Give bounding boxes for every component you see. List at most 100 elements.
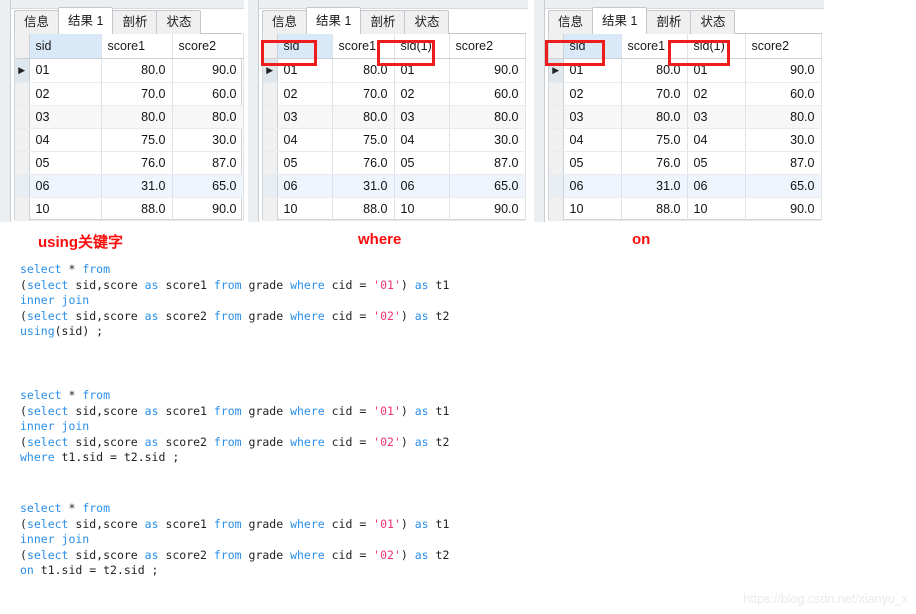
cell-sid[interactable]: 10 xyxy=(563,197,622,221)
cell-score2[interactable]: 30.0 xyxy=(172,128,244,152)
cell-sid[interactable]: 02 xyxy=(29,82,102,106)
cell-sid[interactable]: 04 xyxy=(29,128,102,152)
table-row[interactable]: 06 31.0 65.0 xyxy=(15,174,244,198)
cell-sid[interactable]: 01 xyxy=(277,58,333,83)
cell-score1[interactable]: 80.0 xyxy=(101,58,173,83)
cell-sid-1[interactable]: 06 xyxy=(687,174,746,198)
cell-score2[interactable]: 80.0 xyxy=(745,105,822,129)
cell-score1[interactable]: 88.0 xyxy=(101,197,173,221)
cell-sid[interactable]: 05 xyxy=(277,151,333,175)
cell-score1[interactable]: 70.0 xyxy=(332,82,395,106)
column-header-sid-1[interactable]: sid(1) xyxy=(687,34,746,59)
cell-score1[interactable]: 80.0 xyxy=(332,58,395,83)
column-header-score2[interactable]: score2 xyxy=(172,34,244,59)
result-grid-using[interactable]: sid score1 score2 ▶ 01 80.0 90.0 02 70.0… xyxy=(14,34,244,221)
cell-sid[interactable]: 06 xyxy=(563,174,622,198)
column-header-score1[interactable]: score1 xyxy=(621,34,688,59)
column-header-sid[interactable]: sid xyxy=(29,34,102,59)
sql-code-block-using[interactable]: select * from (select sid,score as score1… xyxy=(20,262,449,340)
tab-status[interactable]: 状态 xyxy=(690,10,736,34)
cell-score2[interactable]: 90.0 xyxy=(449,58,526,83)
cell-sid-1[interactable]: 05 xyxy=(394,151,450,175)
column-header-score2[interactable]: score2 xyxy=(745,34,822,59)
cell-sid-1[interactable]: 02 xyxy=(394,82,450,106)
sql-code-block-where[interactable]: select * from (select sid,score as score1… xyxy=(20,388,449,466)
cell-score1[interactable]: 76.0 xyxy=(621,151,688,175)
table-row[interactable]: ▶ 01 80.0 01 90.0 xyxy=(549,58,822,83)
cell-sid-1[interactable]: 02 xyxy=(687,82,746,106)
cell-score2[interactable]: 80.0 xyxy=(449,105,526,129)
cell-sid-1[interactable]: 04 xyxy=(687,128,746,152)
cell-score2[interactable]: 90.0 xyxy=(172,58,244,83)
cell-score1[interactable]: 70.0 xyxy=(621,82,688,106)
table-row[interactable]: 05 76.0 05 87.0 xyxy=(549,151,822,175)
tab-profile[interactable]: 剖析 xyxy=(112,10,158,34)
cell-score1[interactable]: 70.0 xyxy=(101,82,173,106)
tab-profile[interactable]: 剖析 xyxy=(646,10,692,34)
cell-score2[interactable]: 87.0 xyxy=(172,151,244,175)
tab-result-1[interactable]: 结果 1 xyxy=(58,7,114,34)
cell-sid-1[interactable]: 10 xyxy=(687,197,746,221)
cell-score2[interactable]: 65.0 xyxy=(449,174,526,198)
table-row[interactable]: 03 80.0 80.0 xyxy=(15,105,244,129)
table-row[interactable]: 04 75.0 30.0 xyxy=(15,128,244,152)
table-row[interactable]: ▶ 01 80.0 01 90.0 xyxy=(263,58,526,83)
cell-score1[interactable]: 80.0 xyxy=(621,58,688,83)
cell-score1[interactable]: 80.0 xyxy=(101,105,173,129)
table-row[interactable]: 05 76.0 05 87.0 xyxy=(263,151,526,175)
cell-score1[interactable]: 76.0 xyxy=(101,151,173,175)
cell-score2[interactable]: 90.0 xyxy=(745,58,822,83)
table-row[interactable]: 06 31.0 06 65.0 xyxy=(549,174,822,198)
cell-score1[interactable]: 75.0 xyxy=(101,128,173,152)
table-row[interactable]: 10 88.0 90.0 xyxy=(15,197,244,221)
cell-sid[interactable]: 03 xyxy=(29,105,102,129)
cell-score1[interactable]: 80.0 xyxy=(621,105,688,129)
cell-sid[interactable]: 05 xyxy=(563,151,622,175)
column-header-sid[interactable]: sid xyxy=(563,34,622,59)
cell-score2[interactable]: 60.0 xyxy=(449,82,526,106)
cell-score2[interactable]: 90.0 xyxy=(172,197,244,221)
cell-score1[interactable]: 76.0 xyxy=(332,151,395,175)
cell-sid[interactable]: 06 xyxy=(29,174,102,198)
result-grid-where[interactable]: sid score1 sid(1) score2 ▶ 01 80.0 01 90… xyxy=(262,34,526,221)
cell-sid-1[interactable]: 03 xyxy=(687,105,746,129)
cell-sid-1[interactable]: 05 xyxy=(687,151,746,175)
cell-score2[interactable]: 90.0 xyxy=(745,197,822,221)
table-row[interactable]: 10 88.0 10 90.0 xyxy=(549,197,822,221)
table-row[interactable]: ▶ 01 80.0 90.0 xyxy=(15,58,244,83)
cell-sid[interactable]: 10 xyxy=(277,197,333,221)
cell-sid-1[interactable]: 01 xyxy=(394,58,450,83)
table-row[interactable]: 10 88.0 10 90.0 xyxy=(263,197,526,221)
cell-score2[interactable]: 65.0 xyxy=(745,174,822,198)
tab-status[interactable]: 状态 xyxy=(156,10,202,34)
cell-score1[interactable]: 88.0 xyxy=(621,197,688,221)
sql-code-block-on[interactable]: select * from (select sid,score as score1… xyxy=(20,501,449,579)
cell-sid-1[interactable]: 04 xyxy=(394,128,450,152)
column-header-score1[interactable]: score1 xyxy=(332,34,395,59)
tab-info[interactable]: 信息 xyxy=(548,10,594,34)
cell-score1[interactable]: 80.0 xyxy=(332,105,395,129)
cell-score2[interactable]: 60.0 xyxy=(172,82,244,106)
cell-score1[interactable]: 88.0 xyxy=(332,197,395,221)
tab-profile[interactable]: 剖析 xyxy=(360,10,406,34)
cell-sid-1[interactable]: 03 xyxy=(394,105,450,129)
table-row[interactable]: 02 70.0 02 60.0 xyxy=(549,82,822,106)
cell-sid-1[interactable]: 06 xyxy=(394,174,450,198)
table-row[interactable]: 04 75.0 04 30.0 xyxy=(263,128,526,152)
cell-sid[interactable]: 02 xyxy=(563,82,622,106)
tab-result-1[interactable]: 结果 1 xyxy=(592,7,648,34)
column-header-score1[interactable]: score1 xyxy=(101,34,173,59)
cell-sid[interactable]: 03 xyxy=(563,105,622,129)
cell-score1[interactable]: 31.0 xyxy=(621,174,688,198)
cell-score2[interactable]: 65.0 xyxy=(172,174,244,198)
cell-sid[interactable]: 01 xyxy=(29,58,102,83)
tab-status[interactable]: 状态 xyxy=(404,10,450,34)
cell-sid[interactable]: 06 xyxy=(277,174,333,198)
cell-score2[interactable]: 80.0 xyxy=(172,105,244,129)
cell-score2[interactable]: 87.0 xyxy=(745,151,822,175)
table-row[interactable]: 05 76.0 87.0 xyxy=(15,151,244,175)
column-header-sid-1[interactable]: sid(1) xyxy=(394,34,450,59)
table-row[interactable]: 06 31.0 06 65.0 xyxy=(263,174,526,198)
cell-sid[interactable]: 05 xyxy=(29,151,102,175)
cell-score2[interactable]: 30.0 xyxy=(745,128,822,152)
